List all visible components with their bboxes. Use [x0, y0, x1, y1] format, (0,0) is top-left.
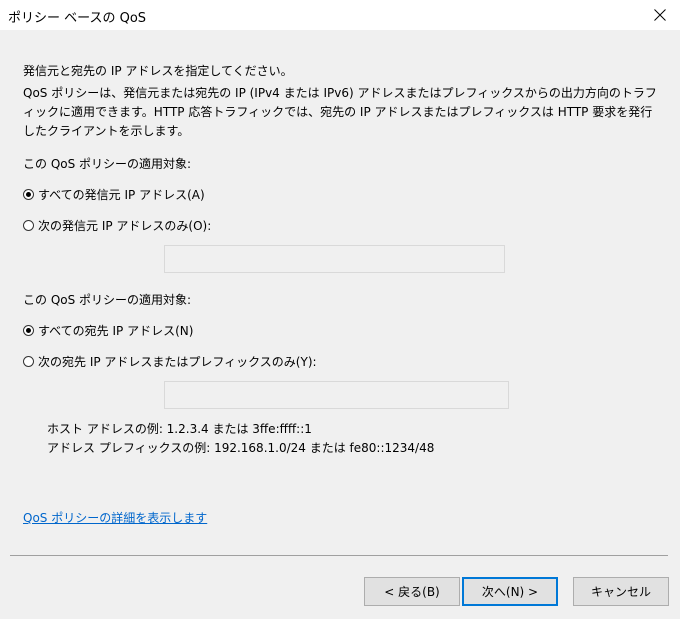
destination-section-label: この QoS ポリシーの適用対象:	[23, 293, 192, 307]
destination-only-label: 次の宛先 IP アドレスまたはプレフィックスのみ(Y):	[38, 355, 317, 369]
radio-button-checked[interactable]	[23, 189, 34, 200]
source-only-radio[interactable]: 次の発信元 IP アドレスのみ(O):	[23, 217, 211, 234]
destination-only-radio[interactable]: 次の宛先 IP アドレスまたはプレフィックスのみ(Y):	[23, 353, 317, 370]
radio-button-unchecked[interactable]	[23, 356, 34, 367]
radio-button-checked[interactable]	[23, 325, 34, 336]
intro-description: QoS ポリシーは、発信元または宛先の IP (IPv4 または IPv6) ア…	[23, 86, 657, 138]
host-address-example: ホスト アドレスの例: 1.2.3.4 または 3ffe:ffff::1	[47, 422, 312, 436]
source-ip-input[interactable]	[164, 245, 505, 273]
source-section-label: この QoS ポリシーの適用対象:	[23, 157, 192, 171]
source-only-label: 次の発信元 IP アドレスのみ(O):	[38, 219, 212, 233]
source-all-radio[interactable]: すべての発信元 IP アドレス(A)	[23, 186, 205, 203]
title-bar: ポリシー ベースの QoS	[0, 0, 680, 30]
prefix-address-example: アドレス プレフィックスの例: 192.168.1.0/24 または fe80:…	[47, 441, 435, 455]
destination-all-radio[interactable]: すべての宛先 IP アドレス(N)	[23, 322, 193, 339]
source-all-label: すべての発信元 IP アドレス(A)	[38, 188, 205, 202]
next-button[interactable]: 次へ(N) >	[462, 577, 558, 606]
radio-button-unchecked[interactable]	[23, 220, 34, 231]
separator	[10, 555, 668, 556]
intro-heading: 発信元と宛先の IP アドレスを指定してください。	[23, 64, 293, 78]
close-button[interactable]	[640, 0, 680, 30]
destination-all-label: すべての宛先 IP アドレス(N)	[38, 324, 194, 338]
close-icon	[654, 9, 666, 21]
destination-ip-input[interactable]	[164, 381, 509, 409]
back-button[interactable]: < 戻る(B)	[364, 577, 460, 606]
cancel-button[interactable]: キャンセル	[573, 577, 669, 606]
qos-policy-details-link[interactable]: QoS ポリシーの詳細を表示します	[23, 509, 207, 526]
window-title: ポリシー ベースの QoS	[8, 11, 147, 26]
